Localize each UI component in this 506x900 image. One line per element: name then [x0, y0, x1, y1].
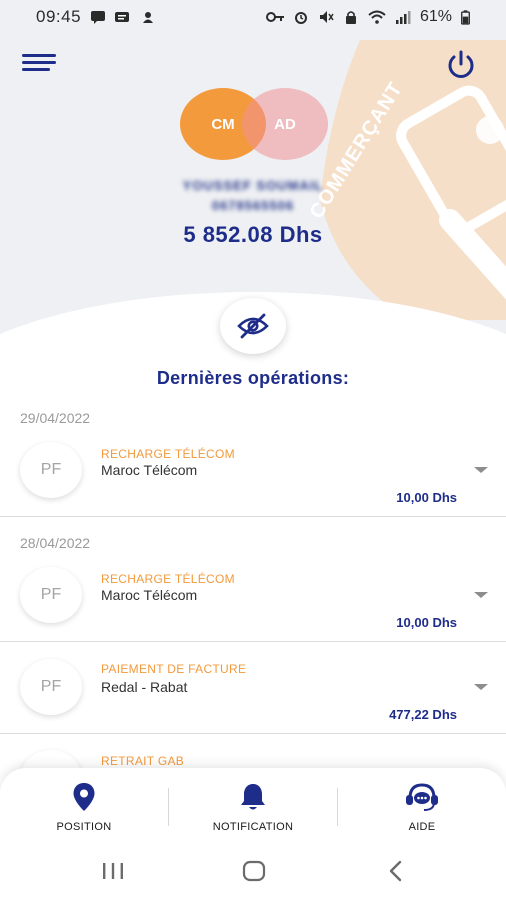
status-time: 09:45 [36, 7, 82, 26]
status-right: 61% [265, 8, 470, 26]
menu-line-middle [22, 61, 56, 64]
eye-off-icon [237, 313, 269, 339]
mute-icon [319, 11, 334, 23]
operation-amount: 10,00 Dhs [396, 490, 457, 505]
divider [0, 733, 506, 734]
operations-title: Dernières opérations: [156, 368, 350, 388]
date-header: 28/04/2022 [20, 535, 91, 551]
back-icon[interactable] [386, 860, 406, 882]
user-phone: 0678565506 [211, 198, 295, 213]
date-header: 29/04/2022 [20, 410, 91, 426]
nav-aide[interactable]: AIDE [338, 768, 506, 846]
operation-name: Redal - Rabat [101, 679, 188, 695]
avatar-secondary[interactable]: AD [242, 88, 328, 160]
signal-icon [395, 11, 411, 24]
operation-avatar: PF [20, 567, 82, 623]
operation-amount: 10,00 Dhs [396, 615, 457, 630]
menu-line-bottom [22, 68, 50, 71]
toggle-balance-visibility-button[interactable] [220, 298, 286, 354]
app-notification-icon [143, 12, 154, 23]
account-balance: 5 852.08 Dhs [183, 222, 323, 247]
power-icon[interactable] [444, 48, 478, 82]
menu-line-top [22, 54, 56, 57]
bottom-navigation: POSITION NOTIFICATION AIDE [0, 768, 506, 846]
system-navigation-bar [0, 846, 506, 900]
chat-icon [115, 12, 130, 22]
operation-avatar: PF [20, 442, 82, 498]
nav-position[interactable]: POSITION [0, 768, 168, 846]
battery-icon [461, 9, 470, 25]
operation-item[interactable]: PF RECHARGE TÉLÉCOM Maroc Télécom 10,00 … [0, 565, 506, 641]
divider [0, 641, 506, 642]
nav-notification[interactable]: NOTIFICATION [169, 768, 337, 846]
operation-type: PAIEMENT DE FACTURE [101, 662, 247, 676]
operation-type: RECHARGE TÉLÉCOM [101, 572, 235, 586]
operation-name: Maroc Télécom [101, 587, 198, 603]
support-headset-icon [406, 783, 438, 811]
chevron-down-icon[interactable] [474, 684, 488, 690]
bell-icon [241, 784, 265, 810]
nav-aide-label: AIDE [408, 821, 436, 833]
operation-name: Maroc Télécom [101, 462, 198, 478]
key-icon [265, 12, 284, 22]
operation-amount: 477,22 Dhs [389, 707, 457, 722]
operation-type: RECHARGE TÉLÉCOM [101, 447, 235, 461]
chevron-down-icon[interactable] [474, 467, 488, 473]
app-screen: COMMERÇANT 09:45 61% CM AD YOUSSEF SOUMA… [0, 0, 506, 900]
operation-type: RETRAIT GAB [101, 754, 185, 768]
status-bar: 09:45 61% [0, 0, 506, 34]
battery-percentage: 61% [419, 8, 452, 25]
recent-apps-icon[interactable] [101, 860, 125, 882]
divider [0, 516, 506, 517]
map-pin-icon [73, 783, 95, 811]
operation-item[interactable]: PF RECHARGE TÉLÉCOM Maroc Télécom 10,00 … [0, 440, 506, 516]
operation-avatar: PF [20, 659, 82, 715]
lock-icon [345, 11, 356, 24]
home-icon[interactable] [242, 860, 266, 882]
alarm-icon [294, 12, 307, 24]
nav-position-label: POSITION [56, 821, 112, 833]
header-background: COMMERÇANT [0, 0, 506, 340]
wifi-icon [368, 10, 386, 24]
operation-item[interactable]: PF PAIEMENT DE FACTURE Redal - Rabat 477… [0, 657, 506, 733]
chevron-down-icon[interactable] [474, 592, 488, 598]
user-name: YOUSSEF SOUMAIL [182, 178, 324, 193]
hamburger-menu-icon[interactable] [22, 52, 58, 76]
nav-notification-label: NOTIFICATION [212, 821, 294, 833]
status-left: 09:45 [36, 7, 156, 27]
message-icon [91, 11, 106, 24]
